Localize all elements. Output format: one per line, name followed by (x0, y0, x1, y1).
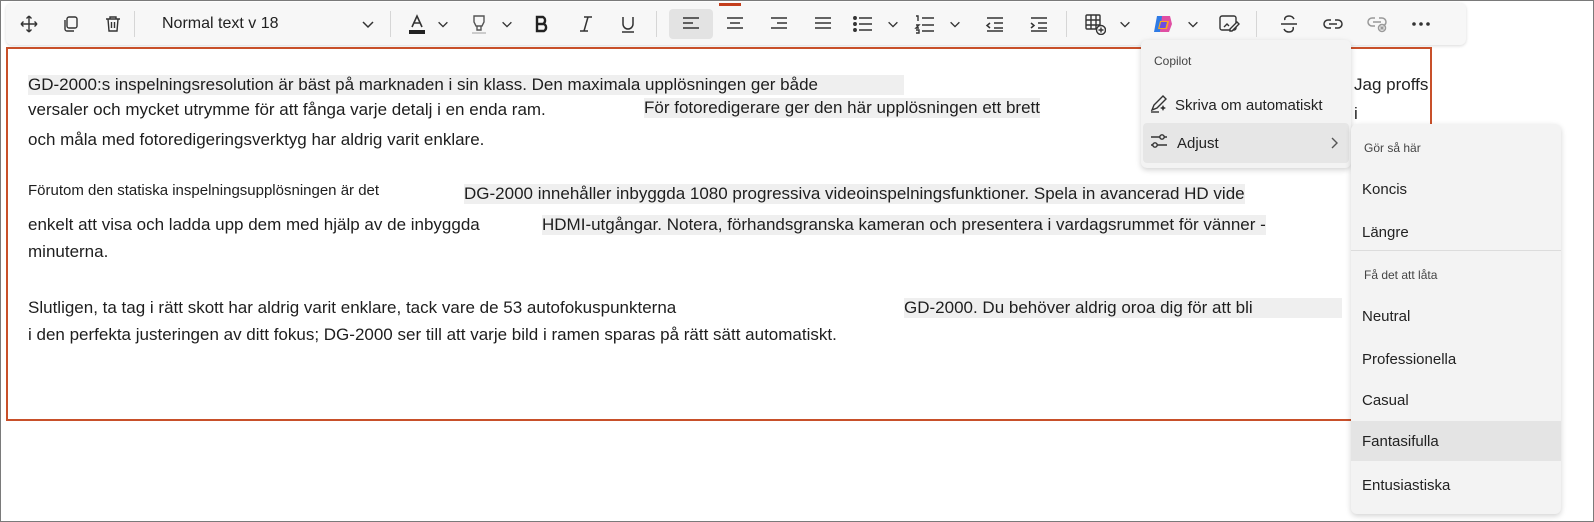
text-style-dropdown[interactable]: Normal text v 18 (156, 9, 384, 39)
adjust-submenu: Gör så här Koncis Längre Få det att låta… (1351, 124, 1561, 514)
chevron-down-icon[interactable] (1184, 9, 1202, 39)
chevron-down-icon[interactable] (498, 9, 516, 39)
move-icon[interactable] (14, 9, 44, 39)
chevron-down-icon[interactable] (946, 9, 964, 39)
paragraph-1-line-2a: versaler och mycket utrymme för att fång… (28, 100, 546, 119)
paragraph-2-line-1a: Förutom den statiska inspelningsupplösni… (28, 182, 380, 199)
unlink-icon[interactable] (1362, 9, 1392, 39)
toolbar-separator (134, 11, 135, 37)
toolbar-separator (656, 11, 657, 37)
active-indicator (719, 3, 741, 6)
formatting-toolbar: Normal text v 18 (6, 3, 1466, 45)
paragraph-2-line-2b: HDMI-utgångar. Notera, förhandsgranska k… (542, 215, 1266, 235)
align-center-icon[interactable] (720, 9, 750, 39)
paragraph-3-line-1b: GD-2000. Du behöver aldrig oroa dig för … (904, 298, 1342, 318)
adjust-menu-item[interactable]: Adjust (1143, 123, 1349, 163)
pen-sparkle-icon (1149, 93, 1175, 117)
bullet-list-icon[interactable] (848, 9, 878, 39)
menu-item-label: Entusiastiska (1362, 476, 1451, 494)
sliders-icon (1143, 132, 1177, 154)
menu-item-label: Professionella (1362, 350, 1457, 368)
chevron-down-icon (360, 16, 376, 37)
menu-item-imaginative[interactable]: Fantasifulla (1351, 421, 1561, 461)
menu-item-enthusiastic[interactable]: Entusiastiska (1351, 465, 1561, 505)
menu-item-label: Längre (1362, 223, 1409, 241)
decrease-indent-icon[interactable] (980, 9, 1010, 39)
submenu-header-do: Gör så här (1364, 141, 1421, 155)
copilot-menu: Copilot Skriva om automatiskt Adjust (1141, 40, 1351, 168)
highlight-icon[interactable] (466, 9, 492, 39)
chevron-down-icon[interactable] (884, 9, 902, 39)
toolbar-separator (1256, 11, 1257, 37)
menu-item-longer[interactable]: Längre (1351, 212, 1561, 252)
increase-indent-icon[interactable] (1024, 9, 1054, 39)
strikethrough-icon[interactable] (1274, 9, 1304, 39)
menu-item-concise[interactable]: Koncis (1351, 169, 1561, 209)
menu-item-neutral[interactable]: Neutral (1351, 296, 1561, 336)
underline-icon[interactable] (614, 9, 642, 39)
paragraph-3-line-2: i den perfekta justeringen av ditt fokus… (28, 325, 837, 344)
menu-item-label: Casual (1362, 391, 1409, 409)
rewrite-menu-item[interactable]: Skriva om automatiskt (1149, 90, 1323, 120)
menu-item-label: Neutral (1362, 307, 1411, 325)
paragraph-1-line-3: och måla med fotoredigeringsverktyg har … (28, 130, 485, 149)
align-right-icon[interactable] (764, 9, 794, 39)
paragraph-2-line-3: minuterna. (28, 242, 109, 261)
font-color-icon[interactable] (404, 9, 430, 39)
italic-icon[interactable] (572, 9, 600, 39)
adjust-label: Adjust (1177, 134, 1219, 152)
chevron-down-icon[interactable] (434, 9, 452, 39)
align-left-icon[interactable] (669, 9, 713, 39)
chevron-right-icon (1329, 136, 1339, 154)
overflow-text: Jag proffs (1354, 75, 1429, 94)
menu-item-casual[interactable]: Casual (1351, 380, 1561, 420)
more-options-icon[interactable] (1406, 9, 1436, 39)
toolbar-separator (390, 11, 391, 37)
submenu-header-sound: Få det att låta (1364, 268, 1438, 282)
overflow-text: i (1354, 104, 1358, 123)
rewrite-label: Skriva om automatiskt (1175, 96, 1323, 114)
menu-item-professional[interactable]: Professionella (1351, 339, 1561, 379)
numbered-list-icon[interactable] (910, 9, 940, 39)
copilot-icon[interactable] (1148, 9, 1178, 39)
menu-item-label: Fantasifulla (1362, 432, 1439, 450)
paragraph-2-line-1b: DG-2000 innehåller inbyggda 1080 progres… (464, 184, 1245, 204)
link-icon[interactable] (1318, 9, 1348, 39)
justify-icon[interactable] (808, 9, 838, 39)
text-style-label: Normal text v 18 (162, 15, 279, 32)
paragraph-3-line-1a: Slutligen, ta tag i rätt skott har aldri… (28, 298, 677, 317)
menu-item-label: Koncis (1362, 180, 1408, 198)
paragraph-1-line-1: GD-2000:s inspelningsresolution är bäst … (28, 75, 904, 95)
copy-icon[interactable] (56, 9, 86, 39)
chevron-down-icon[interactable] (1116, 9, 1134, 39)
copilot-menu-header: Copilot (1154, 54, 1192, 68)
delete-icon[interactable] (98, 9, 128, 39)
edit-image-icon[interactable] (1214, 9, 1244, 39)
bold-icon[interactable] (528, 9, 556, 39)
paragraph-1-line-2b: För fotoredigerare ger den här upplösnin… (644, 98, 1040, 118)
submenu-divider (1351, 250, 1561, 251)
insert-table-icon[interactable] (1080, 9, 1110, 39)
paragraph-2-line-2a: enkelt att visa och ladda upp dem med hj… (28, 215, 480, 234)
toolbar-separator (1066, 11, 1067, 37)
